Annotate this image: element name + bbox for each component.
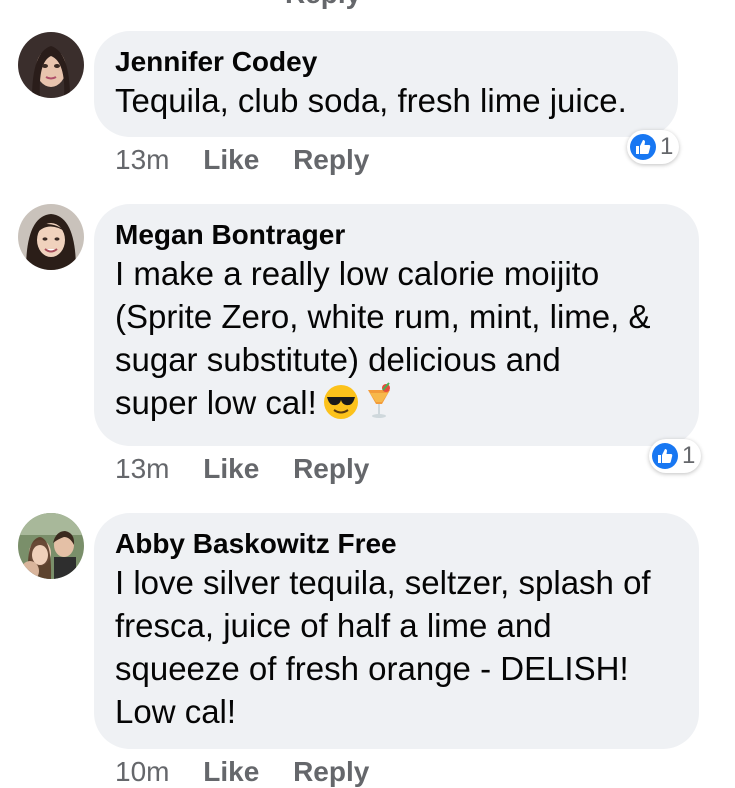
comment-bubble: Megan Bontrager I make a really low calo… <box>94 204 699 446</box>
reply-button[interactable]: Reply <box>293 756 369 787</box>
tropical-drink-icon <box>365 382 393 430</box>
comment-meta: 10m Like Reply <box>115 756 395 788</box>
reaction-count: 1 <box>660 133 674 160</box>
comment-bubble: Abby Baskowitz Free I love silver tequil… <box>94 513 699 749</box>
reply-button[interactable]: Reply <box>293 144 369 175</box>
comment-timestamp[interactable]: 13m <box>115 453 169 484</box>
comment-text: Tequila, club soda, fresh lime juice. <box>115 82 627 119</box>
comment-author[interactable]: Jennifer Codey <box>115 45 656 79</box>
comment-timestamp[interactable]: 13m <box>115 144 169 175</box>
reaction-summary[interactable]: 1 <box>649 439 702 473</box>
avatar[interactable] <box>18 32 84 98</box>
comment-timestamp[interactable]: 10m <box>115 756 169 787</box>
smiling-face-with-sunglasses-icon <box>323 384 359 430</box>
reaction-count: 1 <box>682 442 696 469</box>
like-button[interactable]: Like <box>203 144 259 175</box>
comment-author[interactable]: Megan Bontrager <box>115 218 677 252</box>
reaction-summary[interactable]: 1 <box>627 130 680 164</box>
comment-text: I make a really low calorie moijito (Spr… <box>115 252 677 430</box>
reply-button[interactable]: Reply <box>293 453 369 484</box>
thumbs-up-icon <box>652 443 678 469</box>
comment-text: I love silver tequila, seltzer, splash o… <box>115 564 651 730</box>
comment-author[interactable]: Abby Baskowitz Free <box>115 527 677 561</box>
previous-reply-link-partial[interactable]: Reply <box>285 0 361 10</box>
avatar[interactable] <box>18 513 84 579</box>
comment-bubble: Jennifer Codey Tequila, club soda, fresh… <box>94 31 678 137</box>
comment-meta: 13m Like Reply <box>115 453 395 485</box>
like-button[interactable]: Like <box>203 453 259 484</box>
like-button[interactable]: Like <box>203 756 259 787</box>
thumbs-up-icon <box>630 134 656 160</box>
comment-meta: 13m Like Reply <box>115 144 395 176</box>
avatar[interactable] <box>18 204 84 270</box>
